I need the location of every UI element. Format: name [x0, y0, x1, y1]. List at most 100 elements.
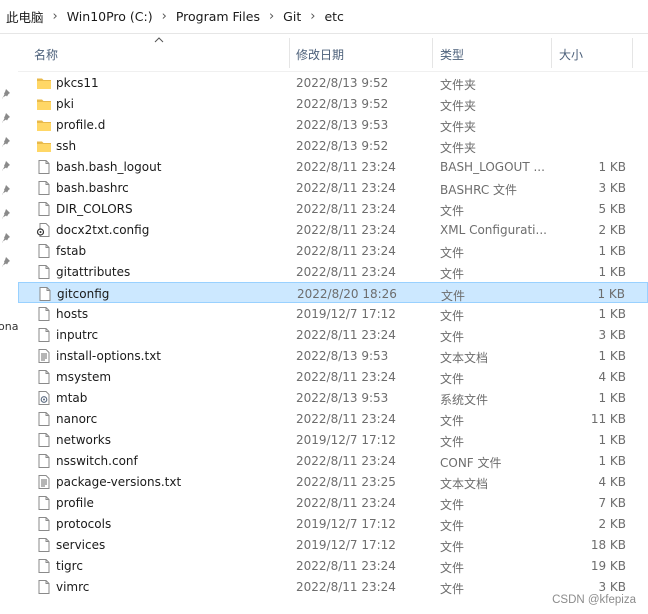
- file-row[interactable]: pkcs11 2022/8/13 9:52 文件夹: [18, 72, 648, 93]
- file-date: 2022/8/13 9:52: [296, 139, 389, 153]
- breadcrumb-item[interactable]: 此电脑: [6, 7, 44, 26]
- file-row[interactable]: ssh 2022/8/13 9:52 文件夹: [18, 135, 648, 156]
- breadcrumb-item[interactable]: Program Files: [176, 9, 260, 24]
- breadcrumb-separator-icon[interactable]: ›: [53, 9, 58, 24]
- file-icon: [38, 328, 50, 342]
- file-row[interactable]: pki 2022/8/13 9:52 文件夹: [18, 93, 648, 114]
- file-size: 1 KB: [597, 287, 625, 301]
- file-size: 1 KB: [598, 307, 626, 321]
- file-icon: [38, 160, 50, 174]
- file-row[interactable]: services 2019/12/7 17:12 文件 18 KB: [18, 534, 648, 555]
- file-row[interactable]: install-options.txt 2022/8/13 9:53 文本文档 1 K…: [18, 345, 648, 366]
- file-name: nsswitch.conf: [56, 454, 138, 468]
- file-date: 2019/12/7 17:12: [296, 517, 396, 531]
- file-row[interactable]: profile 2022/8/11 23:24 文件 7 KB: [18, 492, 648, 513]
- column-divider[interactable]: [432, 38, 433, 68]
- file-icon: [38, 559, 50, 573]
- file-name: bash.bashrc: [56, 181, 129, 195]
- file-name: bash.bash_logout: [56, 160, 162, 174]
- file-icon: [38, 244, 50, 258]
- file-name: fstab: [56, 244, 87, 258]
- breadcrumb: 此电脑 › Win10Pro (C:) › Program Files › Git › etc: [0, 0, 648, 34]
- file-row[interactable]: networks 2019/12/7 17:12 文件 1 KB: [18, 429, 648, 450]
- file-row[interactable]: bash.bashrc 2022/8/11 23:24 BASHRC 文件 3 KB: [18, 177, 648, 198]
- folder-icon: [37, 120, 51, 131]
- file-row[interactable]: DIR_COLORS 2022/8/11 23:24 文件 5 KB: [18, 198, 648, 219]
- file-date: 2022/8/11 23:24: [296, 223, 396, 237]
- folder-icon: [37, 99, 51, 110]
- file-type: 文件: [440, 498, 465, 512]
- breadcrumb-item[interactable]: Git: [283, 9, 301, 24]
- file-name: services: [56, 538, 106, 552]
- file-row[interactable]: tigrc 2022/8/11 23:24 文件 19 KB: [18, 555, 648, 576]
- file-name: mtab: [56, 391, 88, 405]
- file-date: 2022/8/13 9:53: [296, 349, 389, 363]
- file-date: 2022/8/13 9:53: [296, 391, 389, 405]
- file-row[interactable]: protocols 2019/12/7 17:12 文件 2 KB: [18, 513, 648, 534]
- file-name: ssh: [56, 139, 77, 153]
- file-row[interactable]: nanorc 2022/8/11 23:24 文件 11 KB: [18, 408, 648, 429]
- file-icon: [38, 265, 50, 279]
- file-row[interactable]: package-versions.txt 2022/8/11 23:25 文本文档 4…: [18, 471, 648, 492]
- file-row[interactable]: bash.bash_logout 2022/8/11 23:24 BASH_LOGO…: [18, 156, 648, 177]
- file-row[interactable]: profile.d 2022/8/13 9:53 文件夹: [18, 114, 648, 135]
- pin-icon: [2, 89, 10, 99]
- file-size: 7 KB: [598, 496, 626, 510]
- file-row[interactable]: gitconfig 2022/8/20 18:26 文件 1 KB: [18, 282, 648, 303]
- file-size: 1 KB: [598, 160, 626, 174]
- file-size: 19 KB: [590, 559, 626, 573]
- file-type: 文件: [440, 435, 465, 449]
- file-name: docx2txt.config: [56, 223, 150, 237]
- pin-icon: [2, 209, 10, 219]
- file-date: 2022/8/11 23:24: [296, 202, 396, 216]
- file-icon: [38, 307, 50, 321]
- column-header-date[interactable]: 修改日期: [296, 46, 344, 63]
- file-row[interactable]: nsswitch.conf 2022/8/11 23:24 CONF 文件 1 KB: [18, 450, 648, 471]
- file-row[interactable]: docx2txt.config 2022/8/11 23:24 XML Config…: [18, 219, 648, 240]
- file-type: 文件: [440, 540, 465, 554]
- file-icon: [38, 538, 50, 552]
- file-name: pkcs11: [56, 76, 99, 90]
- file-date: 2022/8/11 23:24: [296, 370, 396, 384]
- file-type: BASH_LOGOUT ...: [440, 160, 545, 174]
- file-size: 3 KB: [598, 181, 626, 195]
- column-divider[interactable]: [289, 38, 290, 68]
- file-name: msystem: [56, 370, 112, 384]
- file-size: 4 KB: [598, 475, 626, 489]
- file-size: 1 KB: [598, 265, 626, 279]
- breadcrumb-item[interactable]: etc: [324, 9, 343, 24]
- file-date: 2022/8/11 23:24: [296, 454, 396, 468]
- file-row[interactable]: hosts 2019/12/7 17:12 文件 1 KB: [18, 303, 648, 324]
- file-name: vimrc: [56, 580, 90, 594]
- column-divider[interactable]: [551, 38, 552, 68]
- file-name: gitconfig: [57, 287, 110, 301]
- file-name: pki: [56, 97, 74, 111]
- system-file-icon: [38, 391, 50, 405]
- column-header-type[interactable]: 类型: [440, 46, 464, 63]
- file-row[interactable]: gitattributes 2022/8/11 23:24 文件 1 KB: [18, 261, 648, 282]
- file-size: 5 KB: [598, 202, 626, 216]
- breadcrumb-separator-icon[interactable]: ›: [162, 9, 167, 24]
- file-type: 文件: [440, 309, 465, 323]
- nav-item-label[interactable]: ona: [0, 320, 18, 333]
- file-row[interactable]: mtab 2022/8/13 9:53 系统文件 1 KB: [18, 387, 648, 408]
- pin-icon: [2, 161, 10, 171]
- breadcrumb-separator-icon[interactable]: ›: [269, 9, 274, 24]
- file-type: 文件: [440, 519, 465, 533]
- file-name: profile: [56, 496, 94, 510]
- column-header-size[interactable]: 大小: [559, 46, 583, 63]
- file-row[interactable]: fstab 2022/8/11 23:24 文件 1 KB: [18, 240, 648, 261]
- column-divider[interactable]: [632, 38, 633, 68]
- breadcrumb-separator-icon[interactable]: ›: [310, 9, 315, 24]
- file-name: tigrc: [56, 559, 83, 573]
- file-type: 文件: [440, 246, 465, 260]
- pin-icon: [2, 185, 10, 195]
- file-row[interactable]: inputrc 2022/8/11 23:24 文件 3 KB: [18, 324, 648, 345]
- breadcrumb-item[interactable]: Win10Pro (C:): [67, 9, 153, 24]
- column-header-name[interactable]: 名称: [34, 46, 58, 63]
- file-row[interactable]: msystem 2022/8/11 23:24 文件 4 KB: [18, 366, 648, 387]
- file-type: 文本文档: [440, 477, 489, 491]
- pin-icon: [2, 257, 10, 267]
- file-name: profile.d: [56, 118, 106, 132]
- file-date: 2019/12/7 17:12: [296, 538, 396, 552]
